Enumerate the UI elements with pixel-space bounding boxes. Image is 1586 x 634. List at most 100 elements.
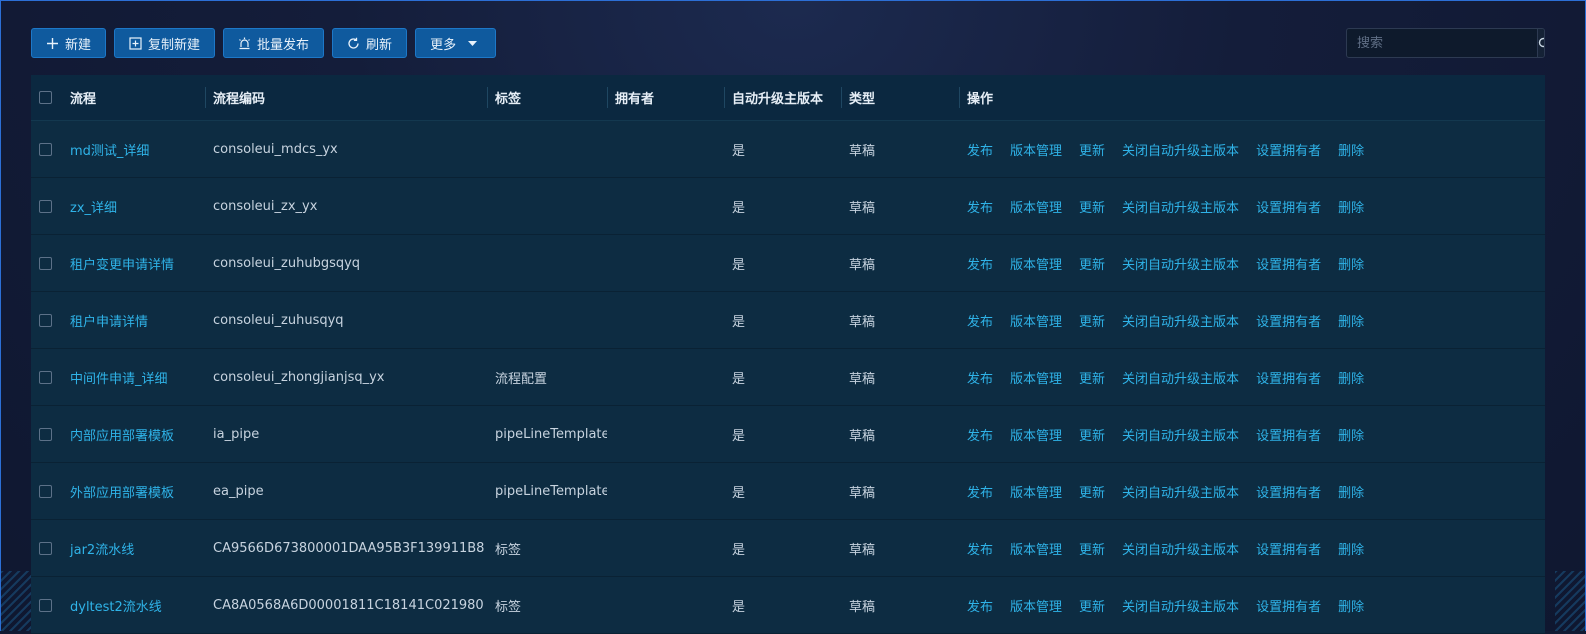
action-set-owner-link[interactable]: 设置拥有者 xyxy=(1256,482,1321,501)
action-delete-link[interactable]: 删除 xyxy=(1338,311,1364,330)
search-input[interactable] xyxy=(1347,29,1537,57)
process-name-link[interactable]: zx_详细 xyxy=(70,197,117,216)
row-select-cell xyxy=(39,577,59,633)
process-name-link[interactable]: 外部应用部署模板 xyxy=(70,482,174,501)
action-close-auto-link[interactable]: 关闭自动升级主版本 xyxy=(1122,425,1239,444)
action-delete-link[interactable]: 删除 xyxy=(1338,539,1364,558)
action-delete-link[interactable]: 删除 xyxy=(1338,425,1364,444)
process-owner xyxy=(607,520,724,576)
process-name-link[interactable]: 内部应用部署模板 xyxy=(70,425,174,444)
action-update-link[interactable]: 更新 xyxy=(1079,254,1105,273)
action-version-link[interactable]: 版本管理 xyxy=(1010,254,1062,273)
column-header-auto-upgrade[interactable]: 自动升级主版本 xyxy=(724,75,841,120)
new-button[interactable]: 新建 xyxy=(31,28,107,58)
select-all-checkbox[interactable] xyxy=(39,91,52,104)
column-header-type[interactable]: 类型 xyxy=(841,75,959,120)
action-set-owner-link[interactable]: 设置拥有者 xyxy=(1256,539,1321,558)
process-tag xyxy=(487,292,607,348)
action-close-auto-link[interactable]: 关闭自动升级主版本 xyxy=(1122,368,1239,387)
copy-new-button[interactable]: 复制新建 xyxy=(114,28,216,58)
process-name-link[interactable]: md测试_详细 xyxy=(70,140,149,159)
action-version-link[interactable]: 版本管理 xyxy=(1010,539,1062,558)
action-close-auto-link[interactable]: 关闭自动升级主版本 xyxy=(1122,140,1239,159)
process-table: 流程 流程编码 标签 拥有者 自动升级主版本 类型 操作 md测试_详细 cons… xyxy=(31,75,1545,634)
row-select-cell xyxy=(39,178,59,234)
batch-publish-button[interactable]: 批量发布 xyxy=(223,28,325,58)
caret-down-icon xyxy=(466,37,479,50)
action-publish-link[interactable]: 发布 xyxy=(967,254,993,273)
process-name-link[interactable]: 中间件申请_详细 xyxy=(70,368,168,387)
action-close-auto-link[interactable]: 关闭自动升级主版本 xyxy=(1122,596,1239,615)
column-header-tag[interactable]: 标签 xyxy=(487,75,607,120)
action-delete-link[interactable]: 删除 xyxy=(1338,140,1364,159)
action-version-link[interactable]: 版本管理 xyxy=(1010,425,1062,444)
action-close-auto-link[interactable]: 关闭自动升级主版本 xyxy=(1122,539,1239,558)
action-update-link[interactable]: 更新 xyxy=(1079,368,1105,387)
action-set-owner-link[interactable]: 设置拥有者 xyxy=(1256,197,1321,216)
process-name-link[interactable]: dyltest2流水线 xyxy=(70,596,162,615)
action-publish-link[interactable]: 发布 xyxy=(967,596,993,615)
action-delete-link[interactable]: 删除 xyxy=(1338,482,1364,501)
row-checkbox[interactable] xyxy=(39,427,52,441)
action-publish-link[interactable]: 发布 xyxy=(967,197,993,216)
action-update-link[interactable]: 更新 xyxy=(1079,140,1105,159)
action-set-owner-link[interactable]: 设置拥有者 xyxy=(1256,425,1321,444)
action-set-owner-link[interactable]: 设置拥有者 xyxy=(1256,140,1321,159)
process-name-link[interactable]: 租户变更申请详情 xyxy=(70,254,174,273)
action-version-link[interactable]: 版本管理 xyxy=(1010,596,1062,615)
process-auto-upgrade: 是 xyxy=(732,485,746,501)
process-name-link[interactable]: 租户申请详情 xyxy=(70,311,148,330)
row-checkbox[interactable] xyxy=(39,142,52,156)
action-close-auto-link[interactable]: 关闭自动升级主版本 xyxy=(1122,482,1239,501)
action-delete-link[interactable]: 删除 xyxy=(1338,368,1364,387)
action-version-link[interactable]: 版本管理 xyxy=(1010,368,1062,387)
action-version-link[interactable]: 版本管理 xyxy=(1010,140,1062,159)
action-update-link[interactable]: 更新 xyxy=(1079,596,1105,615)
action-update-link[interactable]: 更新 xyxy=(1079,539,1105,558)
row-checkbox[interactable] xyxy=(39,256,52,270)
process-tag: 标签 xyxy=(495,599,522,615)
process-type: 草稿 xyxy=(849,200,876,216)
process-tag xyxy=(487,178,607,234)
action-set-owner-link[interactable]: 设置拥有者 xyxy=(1256,368,1321,387)
action-set-owner-link[interactable]: 设置拥有者 xyxy=(1256,254,1321,273)
action-close-auto-link[interactable]: 关闭自动升级主版本 xyxy=(1122,311,1239,330)
action-publish-link[interactable]: 发布 xyxy=(967,539,993,558)
row-checkbox[interactable] xyxy=(39,313,52,327)
row-checkbox[interactable] xyxy=(39,484,52,498)
process-name-link[interactable]: jar2流水线 xyxy=(70,539,134,558)
action-delete-link[interactable]: 删除 xyxy=(1338,254,1364,273)
action-set-owner-link[interactable]: 设置拥有者 xyxy=(1256,311,1321,330)
row-checkbox[interactable] xyxy=(39,598,52,612)
action-update-link[interactable]: 更新 xyxy=(1079,425,1105,444)
action-publish-link[interactable]: 发布 xyxy=(967,425,993,444)
action-update-link[interactable]: 更新 xyxy=(1079,311,1105,330)
process-type: 草稿 xyxy=(849,143,876,159)
action-version-link[interactable]: 版本管理 xyxy=(1010,482,1062,501)
action-set-owner-link[interactable]: 设置拥有者 xyxy=(1256,596,1321,615)
row-checkbox[interactable] xyxy=(39,370,52,384)
action-update-link[interactable]: 更新 xyxy=(1079,197,1105,216)
row-checkbox[interactable] xyxy=(39,199,52,213)
table-row: dyltest2流水线 CA8A0568A6D00001811C18141C021… xyxy=(31,577,1545,634)
refresh-button[interactable]: 刷新 xyxy=(332,28,408,58)
more-dropdown-button[interactable]: 更多 xyxy=(415,28,497,58)
action-update-link[interactable]: 更新 xyxy=(1079,482,1105,501)
process-tag: 流程配置 xyxy=(495,371,548,387)
action-publish-link[interactable]: 发布 xyxy=(967,311,993,330)
copy-new-button-label: 复制新建 xyxy=(148,37,201,53)
action-version-link[interactable]: 版本管理 xyxy=(1010,197,1062,216)
row-checkbox[interactable] xyxy=(39,541,52,555)
column-header-owner[interactable]: 拥有者 xyxy=(607,75,724,120)
search-button[interactable] xyxy=(1537,29,1544,57)
action-close-auto-link[interactable]: 关闭自动升级主版本 xyxy=(1122,197,1239,216)
action-publish-link[interactable]: 发布 xyxy=(967,482,993,501)
column-header-name[interactable]: 流程 xyxy=(69,75,205,120)
action-delete-link[interactable]: 删除 xyxy=(1338,596,1364,615)
action-version-link[interactable]: 版本管理 xyxy=(1010,311,1062,330)
action-publish-link[interactable]: 发布 xyxy=(967,368,993,387)
column-header-code[interactable]: 流程编码 xyxy=(205,75,487,120)
action-delete-link[interactable]: 删除 xyxy=(1338,197,1364,216)
action-close-auto-link[interactable]: 关闭自动升级主版本 xyxy=(1122,254,1239,273)
action-publish-link[interactable]: 发布 xyxy=(967,140,993,159)
